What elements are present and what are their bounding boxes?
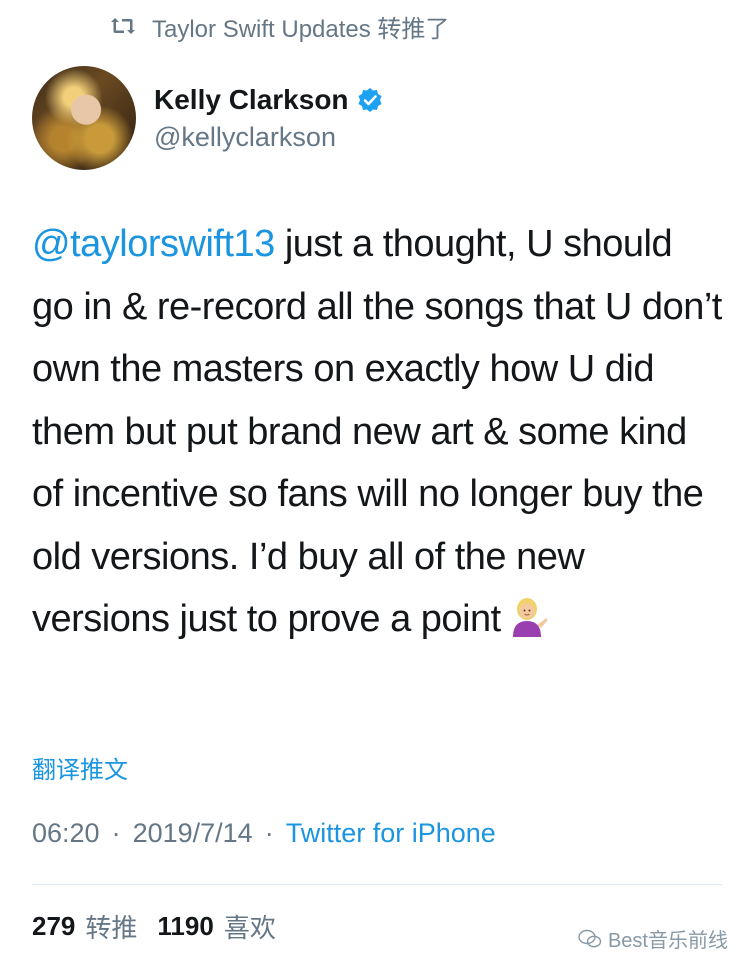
woman-tipping-hand-emoji-icon — [512, 598, 547, 637]
author-handle[interactable]: @kellyclarkson — [154, 122, 383, 153]
retweet-header: Taylor Swift Updates 转推了 — [108, 8, 449, 44]
watermark-text: Best音乐前线 — [607, 930, 728, 952]
watermark: Best音乐前线 — [578, 924, 728, 953]
wechat-icon — [578, 929, 602, 947]
tweet-author[interactable]: Kelly Clarkson @kellyclarkson — [32, 66, 383, 170]
verified-badge-icon — [358, 87, 382, 112]
like-count[interactable]: 1190 — [157, 911, 213, 942]
tweet-stats: 279 转推 1190 喜欢 — [32, 908, 286, 945]
like-label[interactable]: 喜欢 — [224, 908, 276, 945]
mention-link[interactable]: @taylorswift13 — [32, 223, 275, 265]
tweet-time: 06:20 — [32, 818, 100, 848]
tweet-text: @taylorswift13 just a thought, U should … — [32, 213, 722, 651]
translate-tweet-link[interactable]: 翻译推文 — [32, 750, 128, 785]
retweet-header-text: Taylor Swift Updates 转推了 — [152, 15, 450, 43]
meta-separator: · — [264, 818, 274, 848]
author-name[interactable]: Kelly Clarkson — [154, 84, 349, 116]
tweet-date: 2019/7/14 — [132, 818, 253, 848]
retweet-icon — [111, 18, 135, 34]
divider — [32, 884, 722, 885]
tweet-body-text: just a thought, U should go in & re-reco… — [32, 223, 722, 640]
meta-separator: · — [111, 818, 121, 848]
tweet-meta: 06:20 · 2019/7/14 · Twitter for iPhone — [32, 818, 496, 849]
tweet-source-link[interactable]: Twitter for iPhone — [286, 818, 496, 849]
avatar[interactable] — [32, 66, 136, 170]
retweet-count[interactable]: 279 — [32, 911, 75, 942]
retweet-label[interactable]: 转推 — [85, 908, 137, 945]
